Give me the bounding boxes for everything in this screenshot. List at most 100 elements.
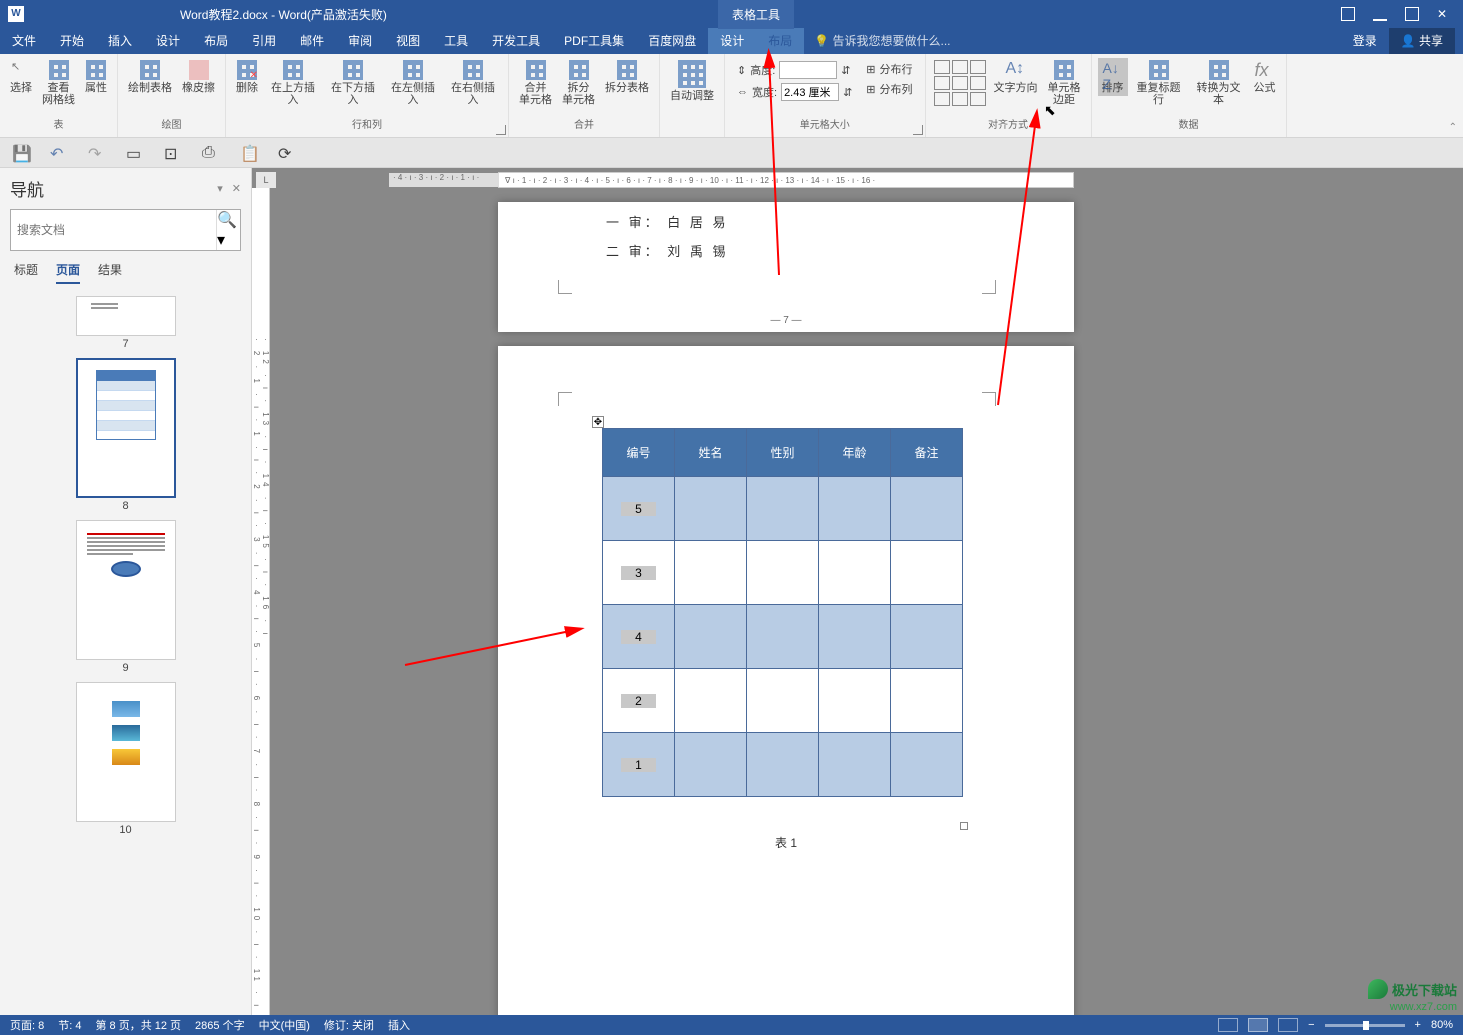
formula-button[interactable]: fx公式 xyxy=(1250,58,1280,96)
table-resize-handle[interactable] xyxy=(960,822,968,830)
distribute-rows-button[interactable]: ⊞分布行 xyxy=(864,60,914,78)
align-bl[interactable] xyxy=(934,92,950,106)
merge-cells-button[interactable]: 合并 单元格 xyxy=(515,58,556,108)
draw-table-button[interactable]: 绘制表格 xyxy=(124,58,176,96)
qat-btn-6[interactable]: ⎙ xyxy=(202,144,220,162)
document-table[interactable]: 编号 姓名 性别 年龄 备注 5 3 4 2 1 xyxy=(602,428,963,797)
qat-btn-7[interactable]: 📋 xyxy=(240,144,258,162)
tab-view[interactable]: 视图 xyxy=(384,27,432,54)
status-language[interactable]: 中文(中国) xyxy=(259,1017,310,1033)
insert-right-button[interactable]: 在右侧插入 xyxy=(444,58,502,108)
tab-home[interactable]: 开始 xyxy=(48,27,96,54)
align-br[interactable] xyxy=(970,92,986,106)
nav-tab-headings[interactable]: 标题 xyxy=(14,261,38,284)
status-words[interactable]: 2865 个字 xyxy=(195,1017,245,1033)
login-button[interactable]: 登录 xyxy=(1341,27,1389,54)
doc-line-1[interactable]: 一 审： 白 居 易 xyxy=(498,202,1074,231)
th-gender[interactable]: 性别 xyxy=(747,429,819,477)
th-age[interactable]: 年龄 xyxy=(819,429,891,477)
close-icon[interactable]: ✕ xyxy=(1437,7,1451,21)
nav-dropdown-icon[interactable]: ▾ xyxy=(217,183,223,195)
align-ml[interactable] xyxy=(934,76,950,90)
align-tl[interactable] xyxy=(934,60,950,74)
tab-table-design[interactable]: 设计 xyxy=(708,27,756,54)
qat-btn-8[interactable]: ⟳ xyxy=(278,144,296,162)
table-caption[interactable]: 表 1 xyxy=(775,834,797,851)
nav-close-icon[interactable]: ✕ xyxy=(232,183,241,195)
thumbnail-page-9[interactable] xyxy=(76,520,176,660)
split-cells-button[interactable]: 拆分 单元格 xyxy=(558,58,599,108)
save-icon[interactable]: 💾 xyxy=(12,144,30,162)
undo-icon[interactable]: ↶ xyxy=(50,144,68,162)
align-mc[interactable] xyxy=(952,76,968,90)
tab-references[interactable]: 引用 xyxy=(240,27,288,54)
horizontal-ruler[interactable]: · 4 · ı · 3 · ı · 2 · ı · 1 · ı · ∇ ı · … xyxy=(498,172,1074,188)
tab-table-layout[interactable]: 布局 xyxy=(756,27,804,54)
insert-above-button[interactable]: 在上方插入 xyxy=(264,58,322,108)
zoom-level[interactable]: 80% xyxy=(1431,1019,1453,1031)
view-read-mode[interactable] xyxy=(1218,1018,1238,1032)
view-gridlines-button[interactable]: 查看 网格线 xyxy=(38,58,79,108)
properties-button[interactable]: 属性 xyxy=(81,58,111,96)
convert-text-button[interactable]: 转换为文本 xyxy=(1190,58,1248,108)
insert-below-button[interactable]: 在下方插入 xyxy=(324,58,382,108)
th-note[interactable]: 备注 xyxy=(891,429,963,477)
search-input[interactable] xyxy=(11,210,216,250)
height-input[interactable] xyxy=(779,61,837,79)
tab-developer[interactable]: 开发工具 xyxy=(480,27,552,54)
tab-layout[interactable]: 布局 xyxy=(192,27,240,54)
rows-cols-launcher[interactable] xyxy=(496,125,506,135)
vertical-ruler[interactable]: · 2 · 1 · ı · 1 · ı · 2 · ı · 3 · ı · 4 … xyxy=(252,168,270,1015)
zoom-slider[interactable] xyxy=(1325,1024,1405,1027)
ribbon-options-icon[interactable] xyxy=(1341,7,1355,21)
search-icon[interactable]: 🔍 ▾ xyxy=(216,210,240,250)
status-track[interactable]: 修订: 关闭 xyxy=(324,1017,374,1033)
tab-insert[interactable]: 插入 xyxy=(96,27,144,54)
doc-line-2[interactable]: 二 审： 刘 禹 锡 xyxy=(498,231,1074,260)
select-button[interactable]: ↖选择 xyxy=(6,58,36,96)
eraser-button[interactable]: 橡皮擦 xyxy=(178,58,219,96)
align-bc[interactable] xyxy=(952,92,968,106)
tab-design[interactable]: 设计 xyxy=(144,27,192,54)
sort-button[interactable]: A↓Z排序 xyxy=(1098,58,1128,96)
tab-baidu[interactable]: 百度网盘 xyxy=(636,27,708,54)
status-page-of[interactable]: 第 8 页，共 12 页 xyxy=(95,1017,181,1033)
tell-me-box[interactable]: 💡 告诉我您想要做什么... xyxy=(804,27,1340,54)
tab-file[interactable]: 文件 xyxy=(0,27,48,54)
nav-tab-results[interactable]: 结果 xyxy=(98,261,122,284)
thumbnail-page-10[interactable] xyxy=(76,682,176,822)
status-section[interactable]: 节: 4 xyxy=(58,1017,81,1033)
nav-tab-pages[interactable]: 页面 xyxy=(56,261,80,284)
repeat-header-button[interactable]: 重复标题行 xyxy=(1130,58,1188,108)
distribute-cols-button[interactable]: ⊞分布列 xyxy=(864,80,914,98)
autofit-button[interactable]: 自动调整 xyxy=(666,58,718,104)
minimize-icon[interactable] xyxy=(1373,7,1387,21)
th-name[interactable]: 姓名 xyxy=(675,429,747,477)
cell-margins-button[interactable]: 单元格 边距 xyxy=(1044,58,1085,108)
document-area[interactable]: L · 4 · ı · 3 · ı · 2 · ı · 1 · ı · ∇ ı … xyxy=(252,168,1463,1015)
width-input[interactable] xyxy=(781,83,839,101)
thumbnail-page-8[interactable] xyxy=(76,358,176,498)
tab-pdf[interactable]: PDF工具集 xyxy=(552,27,636,54)
text-direction-button[interactable]: A↕文字方向 xyxy=(990,58,1042,96)
cell-size-launcher[interactable] xyxy=(913,125,923,135)
spinner-icon[interactable]: ⇵ xyxy=(841,64,850,77)
share-button[interactable]: 👤 共享 xyxy=(1389,27,1455,54)
view-web-layout[interactable] xyxy=(1278,1018,1298,1032)
view-print-layout[interactable] xyxy=(1248,1018,1268,1032)
spinner-icon[interactable]: ⇵ xyxy=(843,86,852,99)
tab-review[interactable]: 审阅 xyxy=(336,27,384,54)
maximize-icon[interactable] xyxy=(1405,7,1419,21)
align-tc[interactable] xyxy=(952,60,968,74)
tab-tools[interactable]: 工具 xyxy=(432,27,480,54)
qat-btn-5[interactable]: ⊡ xyxy=(164,144,182,162)
qat-btn-4[interactable]: ▭ xyxy=(126,144,144,162)
thumbnail-page-7[interactable] xyxy=(76,296,176,336)
table-move-handle[interactable]: ✥ xyxy=(592,416,604,428)
align-mr[interactable] xyxy=(970,76,986,90)
th-id[interactable]: 编号 xyxy=(603,429,675,477)
delete-button[interactable]: ✕删除 xyxy=(232,58,262,96)
status-page[interactable]: 页面: 8 xyxy=(10,1017,44,1033)
insert-left-button[interactable]: 在左侧插入 xyxy=(384,58,442,108)
collapse-ribbon-icon[interactable]: ⌃ xyxy=(1449,122,1457,133)
